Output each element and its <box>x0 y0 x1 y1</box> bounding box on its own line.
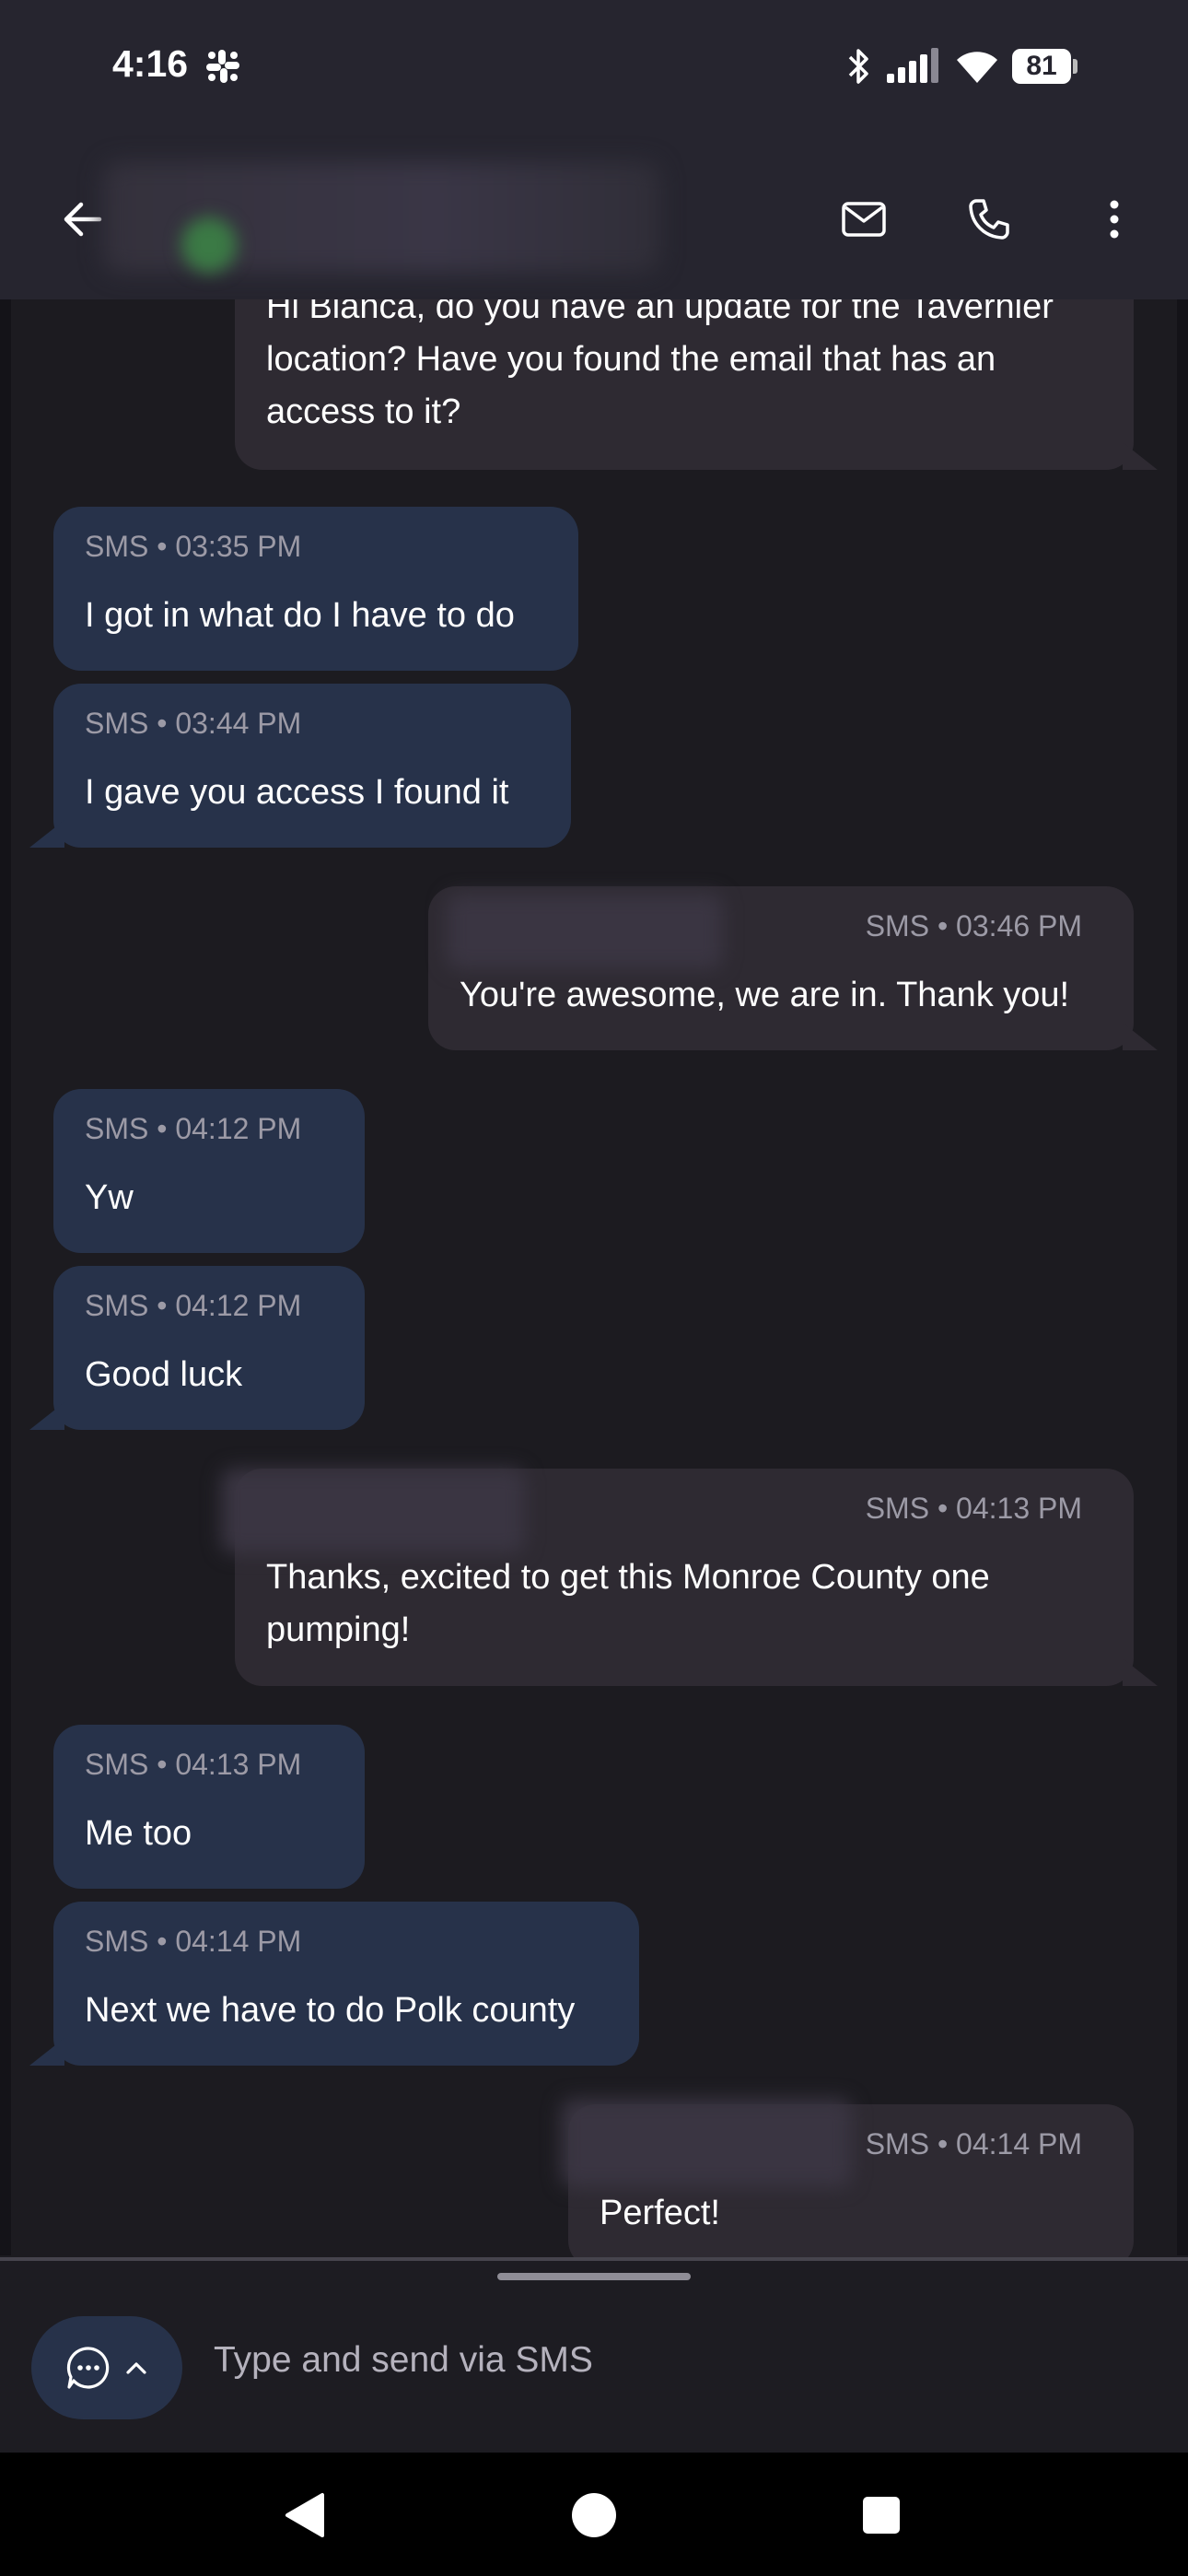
battery-icon: 81 <box>1012 49 1077 84</box>
phone-icon <box>969 199 1009 240</box>
bubble-tail <box>1123 442 1158 470</box>
edge-shade <box>1177 299 1188 2255</box>
nav-recents-button[interactable] <box>856 2489 907 2541</box>
battery-level: 81 <box>1012 49 1071 84</box>
message-incoming[interactable]: SMS • 03:35 PM I got in what do I have t… <box>53 507 578 671</box>
message-meta: SMS • 04:12 PM <box>85 1289 302 1322</box>
nav-recents-icon <box>863 2497 900 2534</box>
app-bar <box>0 138 1188 299</box>
message-text: Thanks, excited to get this Monroe Count… <box>266 1558 990 1649</box>
message-meta: SMS • 04:13 PM <box>85 1748 302 1781</box>
message-outgoing[interactable]: SMS • 04:14 PM Perfect! <box>561 2099 1134 2257</box>
drag-handle[interactable] <box>497 2273 691 2280</box>
more-vert-icon <box>1110 200 1119 239</box>
bluetooth-icon <box>848 49 868 84</box>
sender-name-redacted <box>221 1469 525 1553</box>
message-text: I got in what do I have to do <box>85 596 515 635</box>
message-text: You're awesome, we are in. Thank you! <box>460 976 1070 1014</box>
message-text: Me too <box>85 1814 192 1853</box>
signal-icon <box>887 48 938 83</box>
bubble-tail <box>29 820 64 848</box>
channel-toggle-button[interactable] <box>31 2316 182 2419</box>
message-meta: SMS • 03:44 PM <box>85 707 302 740</box>
message-text: Perfect! <box>600 2194 720 2232</box>
message-incoming[interactable]: SMS • 04:14 PM Next we have to do Polk c… <box>29 1902 639 2066</box>
message-incoming[interactable]: SMS • 04:12 PM Good luck <box>29 1266 365 1430</box>
nav-home-icon <box>572 2493 616 2537</box>
status-bar: 4:16 81 <box>0 0 1188 138</box>
nav-back-button[interactable] <box>278 2489 330 2541</box>
message-incoming[interactable]: SMS • 03:44 PM I gave you access I found… <box>29 684 571 848</box>
mail-icon <box>842 202 886 237</box>
sender-name-redacted <box>561 2099 852 2187</box>
message-outgoing[interactable]: SMS • 03:46 PM You're awesome, we are in… <box>428 886 1158 1050</box>
message-text: I gave you access I found it <box>85 773 509 812</box>
message-meta: SMS • 03:46 PM <box>865 909 1082 943</box>
edge-shade <box>0 299 11 2255</box>
chat-bubble-icon <box>66 2347 110 2389</box>
message-meta: SMS • 04:12 PM <box>85 1112 302 1145</box>
message-incoming[interactable]: SMS • 04:12 PM Yw <box>53 1089 365 1253</box>
message-incoming[interactable]: SMS • 04:13 PM Me too <box>53 1725 365 1889</box>
status-icons: 81 <box>844 44 1077 88</box>
message-text: Yw <box>85 1178 134 1217</box>
slack-icon <box>206 50 239 83</box>
bubble-tail <box>29 2038 64 2066</box>
wifi-icon <box>957 52 997 83</box>
sender-name-redacted <box>447 894 723 969</box>
message-meta: SMS • 04:14 PM <box>85 1925 302 1958</box>
message-outgoing[interactable]: SMS • 04:13 PM Thanks, excited to get th… <box>221 1469 1158 1686</box>
status-time: 4:16 <box>112 42 189 85</box>
message-thread[interactable]: Hi Bianca, do you have an update for the… <box>0 0 1188 2257</box>
bubble-tail <box>29 1402 64 1430</box>
bubble-tail <box>1123 1023 1158 1050</box>
chevron-up-icon <box>126 2362 146 2374</box>
system-nav-bar <box>0 2453 1188 2576</box>
contact-header[interactable] <box>103 162 660 273</box>
message-meta: SMS • 04:13 PM <box>865 1492 1082 1525</box>
sms-input[interactable]: Type and send via SMS <box>214 2340 593 2381</box>
message-meta: SMS • 03:35 PM <box>85 530 302 563</box>
message-composer: Type and send via SMS <box>0 2261 1188 2453</box>
message-meta: SMS • 04:14 PM <box>865 2127 1082 2160</box>
message-text: Next we have to do Polk county <box>85 1991 576 2030</box>
call-button[interactable] <box>956 186 1022 252</box>
bubble-tail <box>1123 1658 1158 1686</box>
nav-back-icon <box>285 2493 324 2537</box>
message-text: Hi Bianca, do you have an update for the… <box>266 287 1054 431</box>
more-options-button[interactable] <box>1081 186 1147 252</box>
avatar <box>181 217 237 273</box>
message-text: Good luck <box>85 1355 243 1394</box>
nav-home-button[interactable] <box>568 2489 620 2541</box>
back-arrow-icon <box>64 202 102 237</box>
email-button[interactable] <box>831 186 897 252</box>
